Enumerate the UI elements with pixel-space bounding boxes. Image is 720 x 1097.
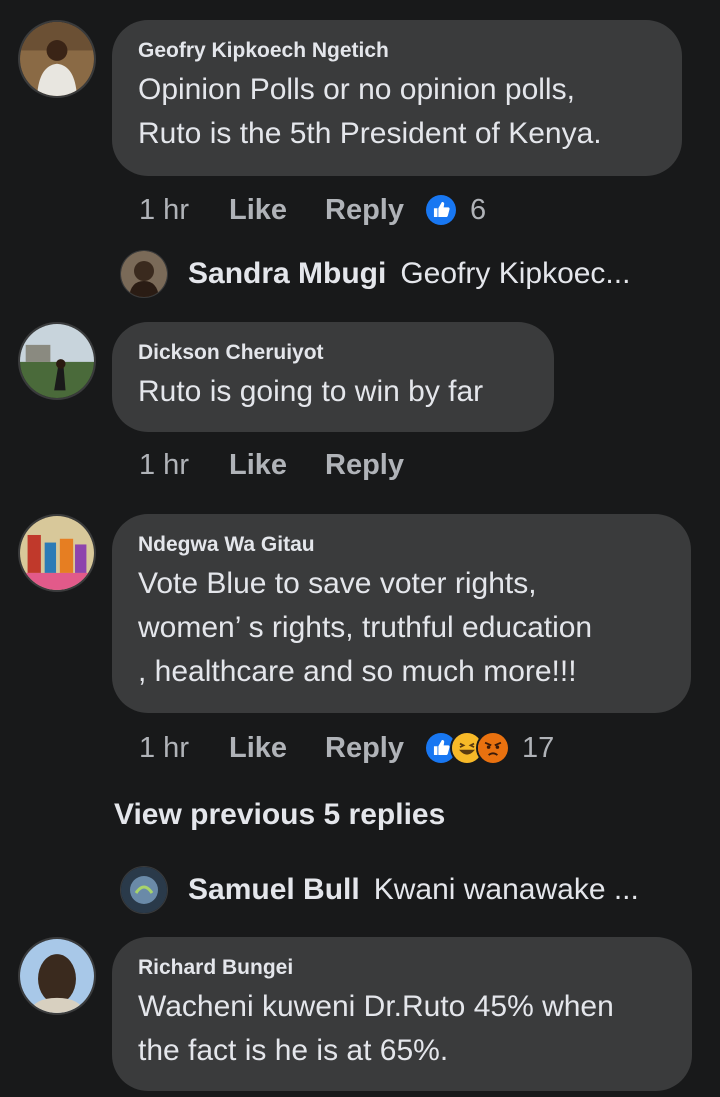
comment-text: Opinion Polls or no opinion polls, Ruto …	[138, 73, 602, 150]
comment-time[interactable]: 1 hr	[139, 449, 189, 482]
comment-author[interactable]: Richard Bungei	[138, 955, 666, 981]
like-button[interactable]: Like	[229, 194, 287, 227]
comment-actions: 1 hr Like Reply 6	[139, 193, 486, 227]
reply-preview[interactable]: Samuel Bull Kwani wanawake ...	[120, 866, 639, 914]
reply-button[interactable]: Reply	[325, 194, 404, 227]
comment-actions: 1 hr Like Reply	[139, 449, 442, 482]
comment-actions: 1 hr Like Reply 17	[139, 731, 554, 765]
like-button[interactable]: Like	[229, 732, 287, 765]
avatar[interactable]	[18, 20, 96, 98]
reactions[interactable]: 6	[424, 193, 486, 227]
comment-text: Wacheni kuweni Dr.Ruto 45% when the fact…	[138, 990, 614, 1067]
comment-author[interactable]: Dickson Cheruiyot	[138, 340, 528, 366]
comment-text: Vote Blue to save voter rights, women’ s…	[138, 567, 593, 688]
reaction-count: 6	[470, 193, 487, 226]
reply-snippet: Geofry Kipkoec...	[400, 257, 631, 290]
comment-time[interactable]: 1 hr	[139, 194, 189, 227]
reply-author: Sandra Mbugi	[188, 257, 387, 290]
reply-button[interactable]: Reply	[325, 449, 404, 482]
angry-reaction-icon	[476, 731, 510, 765]
reply-button[interactable]: Reply	[325, 732, 404, 765]
avatar[interactable]	[18, 937, 96, 1015]
reply-author: Samuel Bull	[188, 873, 360, 906]
like-button[interactable]: Like	[229, 449, 287, 482]
avatar[interactable]	[18, 322, 96, 400]
reactions[interactable]: 17	[424, 731, 554, 765]
comment-text: Ruto is going to win by far	[138, 375, 484, 408]
view-previous-replies-link[interactable]: View previous 5 replies	[114, 798, 445, 832]
comment-author[interactable]: Ndegwa Wa Gitau	[138, 532, 665, 558]
reply-snippet: Kwani wanawake ...	[373, 873, 639, 906]
comment-bubble: Ndegwa Wa Gitau Vote Blue to save voter …	[112, 514, 691, 713]
comment-bubble: Dickson Cheruiyot Ruto is going to win b…	[112, 322, 554, 432]
like-reaction-icon	[424, 193, 458, 227]
reply-preview[interactable]: Sandra Mbugi Geofry Kipkoec...	[120, 250, 630, 298]
reaction-count: 17	[522, 731, 555, 764]
comment-bubble: Richard Bungei Wacheni kuweni Dr.Ruto 45…	[112, 937, 692, 1091]
comment-bubble: Geofry Kipkoech Ngetich Opinion Polls or…	[112, 20, 682, 176]
reply-avatar	[120, 866, 168, 914]
comment-author[interactable]: Geofry Kipkoech Ngetich	[138, 38, 656, 64]
reply-avatar	[120, 250, 168, 298]
avatar[interactable]	[18, 514, 96, 592]
comment-time[interactable]: 1 hr	[139, 732, 189, 765]
